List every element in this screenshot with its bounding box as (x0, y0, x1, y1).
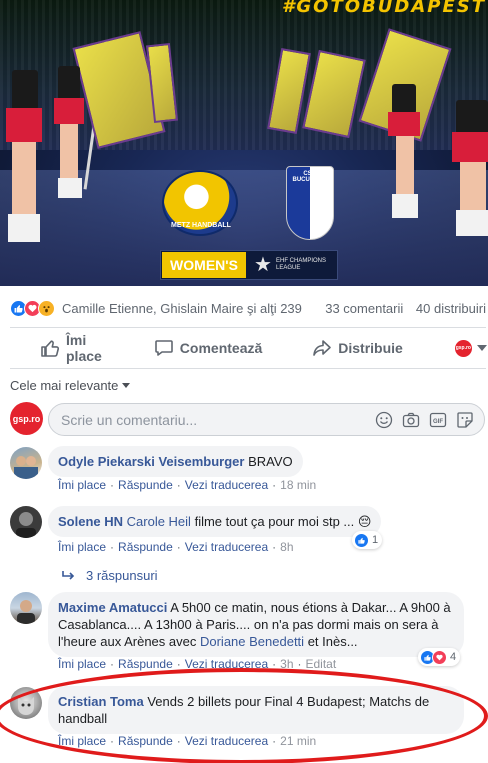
comment-bubble: Cristian Toma Vends 2 billets pour Final… (48, 686, 464, 734)
comment-time[interactable]: 18 min (280, 478, 316, 492)
reaction-names-link[interactable]: Camille Etienne, Ghislain Maire şi alţi … (62, 301, 316, 316)
camera-icon[interactable] (402, 411, 420, 429)
avatar[interactable] (10, 592, 42, 624)
comment-time[interactable]: 21 min (280, 734, 316, 748)
comment-like-link[interactable]: Îmi place (58, 478, 106, 492)
comment-text: filme tout ça pour moi stp ... 😔 (194, 514, 372, 529)
wow-icon (38, 299, 55, 317)
comment-reply-link[interactable]: Răspunde (118, 657, 173, 671)
comment-mention[interactable]: Doriane Benedetti (200, 634, 304, 649)
csm-logo-text: CSM BUCURESTI (292, 171, 328, 183)
comment-reaction-count: 1 (372, 534, 379, 546)
comment-bubble: Odyle Piekarski Veisemburger BRAVO (48, 446, 303, 477)
like-button-label: Îmi place (66, 332, 102, 364)
comments-count-link[interactable]: 33 comentarii (325, 301, 403, 316)
comment-reaction-badge[interactable]: 4 (418, 648, 461, 666)
comment-reply-link[interactable]: Răspunde (118, 540, 173, 554)
post-photo[interactable]: #GOTOBUDAPEST METZ HANDBALL CSM BUCUREST… (0, 0, 488, 286)
comment-input[interactable] (61, 411, 366, 428)
comment-sort-dropdown[interactable]: Cele mai relevante (10, 378, 131, 393)
comment-text-end: et Inès... (307, 634, 358, 649)
comment-translate-link[interactable]: Vezi traducerea (185, 478, 268, 492)
comment-bubble: Solene HN Carole Heil filme tout ça pour… (48, 506, 382, 537)
avatar[interactable] (10, 447, 42, 479)
comment-author[interactable]: Solene HN (58, 514, 123, 529)
reaction-icons[interactable] (10, 299, 55, 317)
svg-text:GIF: GIF (433, 419, 443, 425)
emoji-icon[interactable] (375, 411, 393, 429)
comment-author[interactable]: Cristian Toma (58, 694, 144, 709)
replies-count: 3 răspunsuri (86, 568, 158, 583)
comment-author[interactable]: Maxime Amatucci (58, 600, 167, 615)
banner-women-label: WOMEN'S (162, 252, 246, 278)
hashtag-text: #GOTOBUDAPEST (281, 0, 486, 17)
comment-button[interactable]: Comentează (154, 338, 262, 358)
comment-translate-link[interactable]: Vezi traducerea (185, 734, 268, 748)
comment-edited-label[interactable]: Editat (306, 657, 337, 671)
post-actions-bar: Îmi place Comentează Distribuie gsp.ro (10, 330, 487, 366)
comment-like-link[interactable]: Îmi place (58, 540, 106, 554)
thumbs-up-icon (40, 338, 66, 358)
share-button[interactable]: Distribuie (312, 338, 403, 358)
comment-actions: Îmi place · Răspunde · Vezi traducerea · 3h… (58, 657, 337, 671)
composer-avatar: gsp.ro (10, 402, 43, 435)
gif-icon[interactable]: GIF (429, 411, 447, 429)
comment-author[interactable]: Odyle Piekarski Veisemburger (58, 454, 244, 469)
page-avatar: gsp.ro (454, 339, 472, 357)
chevron-down-icon (476, 345, 487, 351)
comment-like-link[interactable]: Îmi place (58, 734, 106, 748)
comment-translate-link[interactable]: Vezi traducerea (185, 657, 268, 671)
share-arrow-icon (312, 338, 338, 358)
comment-bubble: Maxime Amatucci A 5h00 ce matin, nous ét… (48, 592, 464, 657)
comment-like-link[interactable]: Îmi place (58, 657, 106, 671)
share-button-label: Distribuie (338, 340, 403, 356)
reactions-summary: Camille Etienne, Ghislain Maire şi alţi … (10, 296, 486, 320)
ehf-star-icon: ★ (254, 254, 272, 276)
comment-actions: Îmi place · Răspunde · Vezi traducerea · 18… (58, 478, 317, 492)
comment-reaction-badge[interactable]: 1 (352, 531, 383, 549)
comment-time[interactable]: 3h (280, 657, 293, 671)
banner-league-label: EHF CHAMPIONS LEAGUE (276, 258, 327, 271)
metz-logo-text: METZ HANDBALL (171, 222, 231, 229)
love-icon (432, 649, 447, 665)
like-button[interactable]: Îmi place (40, 332, 102, 364)
divider (10, 368, 486, 369)
comment-composer: GIF (48, 403, 485, 436)
view-replies-link[interactable]: 3 răspunsuri (62, 568, 158, 583)
sticker-icon[interactable] (456, 411, 474, 429)
reply-arrow-icon (62, 570, 86, 582)
comment-reply-link[interactable]: Răspunde (118, 478, 173, 492)
post-as-selector[interactable]: gsp.ro (454, 339, 487, 357)
comment-time[interactable]: 8h (280, 540, 293, 554)
comment-mention[interactable]: Carole Heil (127, 514, 191, 529)
comment-button-label: Comentează (179, 340, 263, 356)
comment-text: BRAVO (248, 454, 293, 469)
comment-reaction-count: 4 (450, 651, 457, 663)
comment-actions: Îmi place · Răspunde · Vezi traducerea · 21… (58, 734, 317, 748)
like-icon (354, 532, 369, 548)
avatar[interactable] (10, 506, 42, 538)
divider (10, 327, 486, 328)
sort-label: Cele mai relevante (10, 378, 119, 393)
comment-reply-link[interactable]: Răspunde (118, 734, 173, 748)
comment-actions: Îmi place · Răspunde · Vezi traducerea · 8h (58, 540, 294, 554)
avatar[interactable] (10, 687, 42, 719)
shares-count-link[interactable]: 40 distribuiri (416, 301, 486, 316)
comment-translate-link[interactable]: Vezi traducerea (185, 540, 268, 554)
comment-bubble-icon (154, 338, 180, 358)
chevron-down-icon (122, 383, 131, 388)
